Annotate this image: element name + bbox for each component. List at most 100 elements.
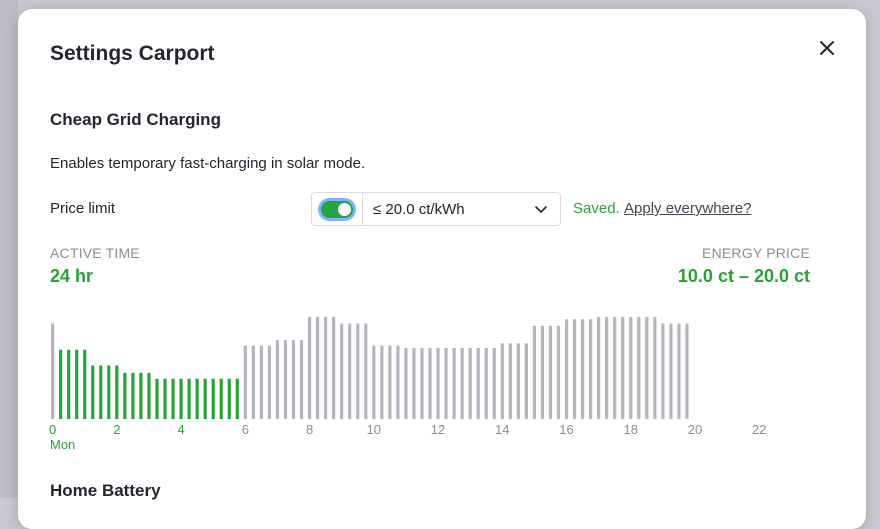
- x-tick-label: 10: [367, 422, 381, 437]
- chart-bar: [613, 317, 617, 419]
- cheap-grid-toggle-wrapper[interactable]: [312, 193, 363, 225]
- chart-bar: [492, 347, 496, 419]
- chart-bar: [677, 323, 681, 419]
- home-battery-title: Home Battery: [50, 481, 161, 500]
- chart-bar: [139, 372, 143, 419]
- chart-bar: [91, 365, 95, 419]
- energy-price-label: ENERGY PRICE: [702, 245, 810, 261]
- chart-bar: [685, 323, 689, 419]
- price-limit-select[interactable]: ≤ 20.0 ct/kWh: [363, 193, 560, 225]
- chart-bar: [235, 378, 239, 419]
- modal-title: Settings Carport: [50, 42, 215, 65]
- close-icon: [820, 41, 834, 55]
- chart-bar: [275, 340, 280, 419]
- chart-bar: [484, 347, 488, 419]
- chart-bar: [436, 347, 440, 419]
- chart-bar: [468, 347, 472, 419]
- cheap-grid-charging-title: Cheap Grid Charging: [50, 110, 221, 129]
- chart-bar: [340, 323, 344, 419]
- active-time-value: 24 hr: [50, 266, 94, 286]
- saved-status: Saved.: [573, 200, 620, 217]
- chart-bar: [524, 343, 528, 419]
- chart-bar: [645, 317, 649, 419]
- chart-bar: [364, 323, 368, 419]
- settings-modal: Settings Carport Cheap Grid Charging Ena…: [18, 9, 866, 529]
- chart-bar: [556, 325, 561, 419]
- chart-bar: [572, 319, 577, 419]
- chart-bar: [669, 323, 673, 419]
- price-limit-control: ≤ 20.0 ct/kWh: [311, 192, 561, 226]
- chart-bar: [388, 345, 392, 419]
- chart-bar: [380, 345, 384, 419]
- apply-everywhere-link[interactable]: Apply everywhere?: [624, 200, 752, 217]
- energy-price-value: 10.0 ct – 20.0 ct: [677, 266, 810, 286]
- chart-bar: [476, 347, 480, 419]
- chart-bar: [356, 323, 360, 419]
- close-button[interactable]: [814, 35, 840, 61]
- chart-bar: [171, 378, 175, 419]
- x-tick-label: 22: [752, 422, 766, 437]
- chart-bar: [597, 317, 601, 419]
- chart-bar: [548, 325, 553, 419]
- chart-bar: [115, 365, 119, 419]
- chart-bar: [508, 343, 512, 419]
- chart-bar: [291, 340, 296, 419]
- chart-bar: [564, 319, 569, 419]
- modal-backdrop: [0, 0, 18, 498]
- chart-bar: [299, 340, 304, 419]
- chart-bar: [211, 378, 215, 419]
- chart-bar: [637, 317, 641, 419]
- x-tick-label: 6: [242, 422, 249, 437]
- chart-bar: [372, 345, 376, 419]
- chart-bar: [444, 347, 448, 419]
- chart-bar: [428, 347, 432, 419]
- chart-bar: [540, 325, 545, 419]
- chart-bar: [67, 349, 71, 419]
- x-tick-label: 16: [559, 422, 573, 437]
- chart-bar: [179, 378, 183, 419]
- chart-bar: [629, 317, 633, 419]
- chart-bar: [59, 349, 63, 419]
- chart-bar: [155, 378, 159, 419]
- chart-bar: [460, 347, 464, 419]
- x-tick-label: 14: [495, 422, 509, 437]
- price-limit-label: Price limit: [50, 200, 116, 217]
- chart-bar: [500, 343, 504, 419]
- chart-bar: [580, 319, 585, 419]
- x-tick-label: 2: [113, 422, 120, 437]
- x-tick-label: 0: [49, 422, 56, 437]
- chart-bar: [147, 372, 151, 419]
- chart-bar: [243, 345, 247, 419]
- chart-bar: [653, 317, 657, 419]
- chart-bar: [75, 349, 79, 419]
- chart-bar: [163, 378, 167, 419]
- chart-bar: [107, 365, 111, 419]
- chart-bar: [516, 343, 520, 419]
- chart-bar: [532, 325, 536, 419]
- cheap-grid-toggle[interactable]: [321, 200, 353, 218]
- day-label: Mon: [50, 437, 75, 452]
- chart-bar: [396, 345, 400, 419]
- chart-bar: [123, 372, 127, 419]
- chart-bar: [348, 323, 352, 419]
- chart-bar: [605, 317, 609, 419]
- chart-bar: [315, 317, 320, 419]
- chart-bar: [332, 317, 336, 419]
- chart-bar: [267, 345, 272, 419]
- x-tick-label: 18: [624, 422, 638, 437]
- x-tick-label: 20: [688, 422, 702, 437]
- chart-bar: [219, 378, 223, 419]
- x-tick-label: 12: [431, 422, 445, 437]
- chart-bar: [452, 347, 456, 419]
- active-time-label: ACTIVE TIME: [50, 245, 140, 261]
- x-tick-label: 8: [306, 422, 313, 437]
- chart-bar: [404, 347, 408, 419]
- chart-bar: [621, 317, 625, 419]
- chart-bar: [99, 365, 103, 419]
- chart-bar: [227, 378, 231, 419]
- chevron-down-icon: [535, 206, 547, 213]
- chart-bar: [589, 319, 593, 419]
- chart-bar: [661, 323, 665, 419]
- chart-bar: [187, 378, 191, 419]
- cheap-grid-charging-description: Enables temporary fast-charging in solar…: [50, 155, 366, 172]
